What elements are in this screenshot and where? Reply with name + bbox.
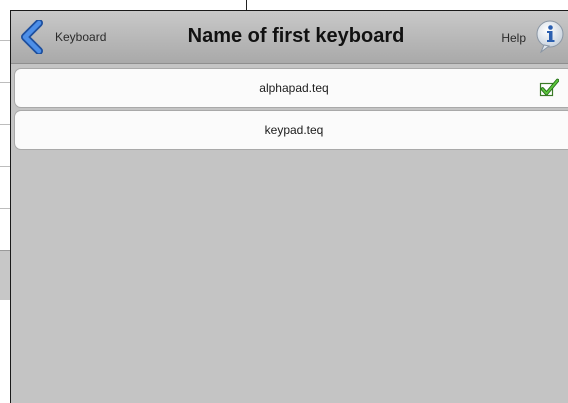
keyboard-item-label: keypad.teq [264, 123, 324, 137]
back-button-label: Keyboard [55, 30, 107, 44]
help-button[interactable]: Help [486, 20, 566, 56]
back-button[interactable]: Keyboard [17, 19, 132, 55]
keyboard-selection-panel: Keyboard Name of first keyboard Help alp… [10, 10, 568, 403]
page-title: Name of first keyboard [187, 25, 405, 47]
help-button-label: Help [501, 31, 526, 45]
keyboard-item-keypad[interactable]: keypad.teq [14, 110, 568, 150]
keyboard-list: alphapad.teq keypad.teq [14, 68, 568, 152]
chevron-left-icon [17, 20, 47, 54]
keyboard-item-label: alphapad.teq [259, 81, 329, 95]
checkmark-icon [539, 78, 560, 103]
info-icon [534, 19, 566, 58]
header-bar: Keyboard Name of first keyboard Help [11, 11, 568, 64]
keyboard-item-alphapad[interactable]: alphapad.teq [14, 68, 568, 108]
